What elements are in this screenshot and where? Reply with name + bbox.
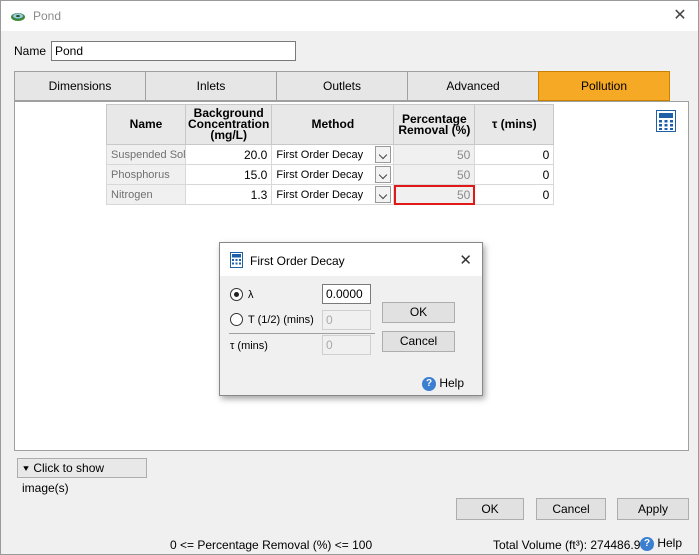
tab-pollution[interactable]: Pollution: [538, 71, 670, 101]
close-icon[interactable]: ✕: [670, 6, 690, 26]
tab-dimensions[interactable]: Dimensions: [14, 71, 145, 101]
col-header-name: Name: [106, 104, 186, 145]
pond-window: Pond ✕ Name Dimensions Inlets Outlets Ad…: [0, 0, 699, 555]
help-icon: ?: [422, 376, 436, 391]
table-row: Phosphorus 15.0 First Order Decay 50 0: [106, 164, 555, 185]
method-cell[interactable]: First Order Decay: [271, 164, 395, 185]
status-hint: 0 <= Percentage Removal (%) <= 100: [170, 538, 373, 552]
method-value: First Order Decay: [276, 168, 364, 181]
row-name-cell: Phosphorus: [106, 164, 186, 185]
name-label: Name: [14, 44, 47, 58]
double-chevron-down-icon: ⯆: [22, 464, 30, 475]
window-title: Pond: [33, 9, 62, 23]
half-life-label: T (1/2) (mins): [248, 314, 314, 326]
method-value: First Order Decay: [276, 188, 364, 201]
cancel-button[interactable]: Cancel: [536, 498, 606, 520]
status-help-label: Help: [657, 536, 683, 550]
calculator-icon[interactable]: [656, 110, 676, 132]
method-cell[interactable]: First Order Decay: [271, 144, 395, 165]
table-row: Nitrogen 1.3 First Order Decay 50 0: [106, 184, 555, 205]
half-life-radio[interactable]: [230, 313, 243, 326]
row-name-cell: Suspended Solids: [106, 144, 186, 165]
calculator-icon: [230, 252, 243, 268]
pollutant-table: Name Background Concentration (mg/L) Met…: [106, 104, 555, 205]
tau-cell[interactable]: 0: [474, 184, 555, 205]
help-icon: ?: [640, 536, 654, 551]
half-life-input: [322, 310, 371, 330]
method-cell[interactable]: First Order Decay: [271, 184, 395, 205]
tab-advanced[interactable]: Advanced: [407, 71, 538, 101]
percentage-removal-cell[interactable]: 50: [393, 144, 476, 165]
pond-app-icon: [11, 13, 25, 21]
percentage-removal-cell[interactable]: 50: [393, 164, 476, 185]
dialog-help-link[interactable]: ? Help: [422, 376, 464, 391]
ok-button[interactable]: OK: [456, 498, 524, 520]
lambda-radio[interactable]: [230, 288, 243, 301]
background-concentration-cell[interactable]: 1.3: [184, 184, 273, 205]
tab-strip: Dimensions Inlets Outlets Advanced Pollu…: [14, 71, 670, 101]
col-header-tau: τ (mins): [474, 104, 555, 145]
tau-cell[interactable]: 0: [474, 164, 555, 185]
method-value: First Order Decay: [276, 148, 364, 161]
background-concentration-cell[interactable]: 15.0: [184, 164, 273, 185]
dialog-separator: [229, 333, 375, 334]
name-input[interactable]: [51, 41, 296, 61]
tab-inlets[interactable]: Inlets: [145, 71, 276, 101]
chevron-down-icon[interactable]: [375, 146, 392, 163]
col-header-percentage-removal: Percentage Removal (%): [393, 104, 476, 145]
status-help-link[interactable]: ? Help: [640, 536, 682, 551]
close-icon[interactable]: ✕: [459, 251, 472, 269]
background-concentration-cell[interactable]: 20.0: [184, 144, 273, 165]
row-name-cell: Nitrogen: [106, 184, 186, 205]
show-images-button[interactable]: ⯆ Click to show image(s): [17, 458, 147, 495]
title-bar: Pond ✕: [1, 1, 698, 31]
chevron-down-icon[interactable]: [375, 166, 392, 183]
dialog-cancel-button[interactable]: Cancel: [382, 331, 455, 352]
tau-cell[interactable]: 0: [474, 144, 555, 165]
dialog-title-bar: First Order Decay ✕: [220, 243, 482, 276]
dialog-ok-button[interactable]: OK: [382, 302, 455, 323]
chevron-down-icon[interactable]: [375, 186, 392, 203]
tab-outlets[interactable]: Outlets: [276, 71, 407, 101]
dialog-title: First Order Decay: [250, 254, 345, 268]
lambda-input[interactable]: [322, 284, 371, 304]
percentage-removal-cell-selected[interactable]: 50: [393, 184, 476, 205]
total-volume-readout: Total Volume (ft³): 274486.998: [493, 538, 654, 552]
table-row: Suspended Solids 20.0 First Order Decay …: [106, 144, 555, 165]
dialog-help-label: Help: [439, 376, 465, 390]
apply-button[interactable]: Apply: [617, 498, 689, 520]
show-images-label: Click to show image(s): [22, 461, 105, 495]
tau-label: τ (mins): [230, 340, 268, 352]
col-header-method: Method: [271, 104, 395, 145]
tau-input: [322, 335, 371, 355]
col-header-background-concentration: Background Concentration (mg/L): [184, 104, 273, 145]
lambda-label: λ: [248, 289, 254, 301]
